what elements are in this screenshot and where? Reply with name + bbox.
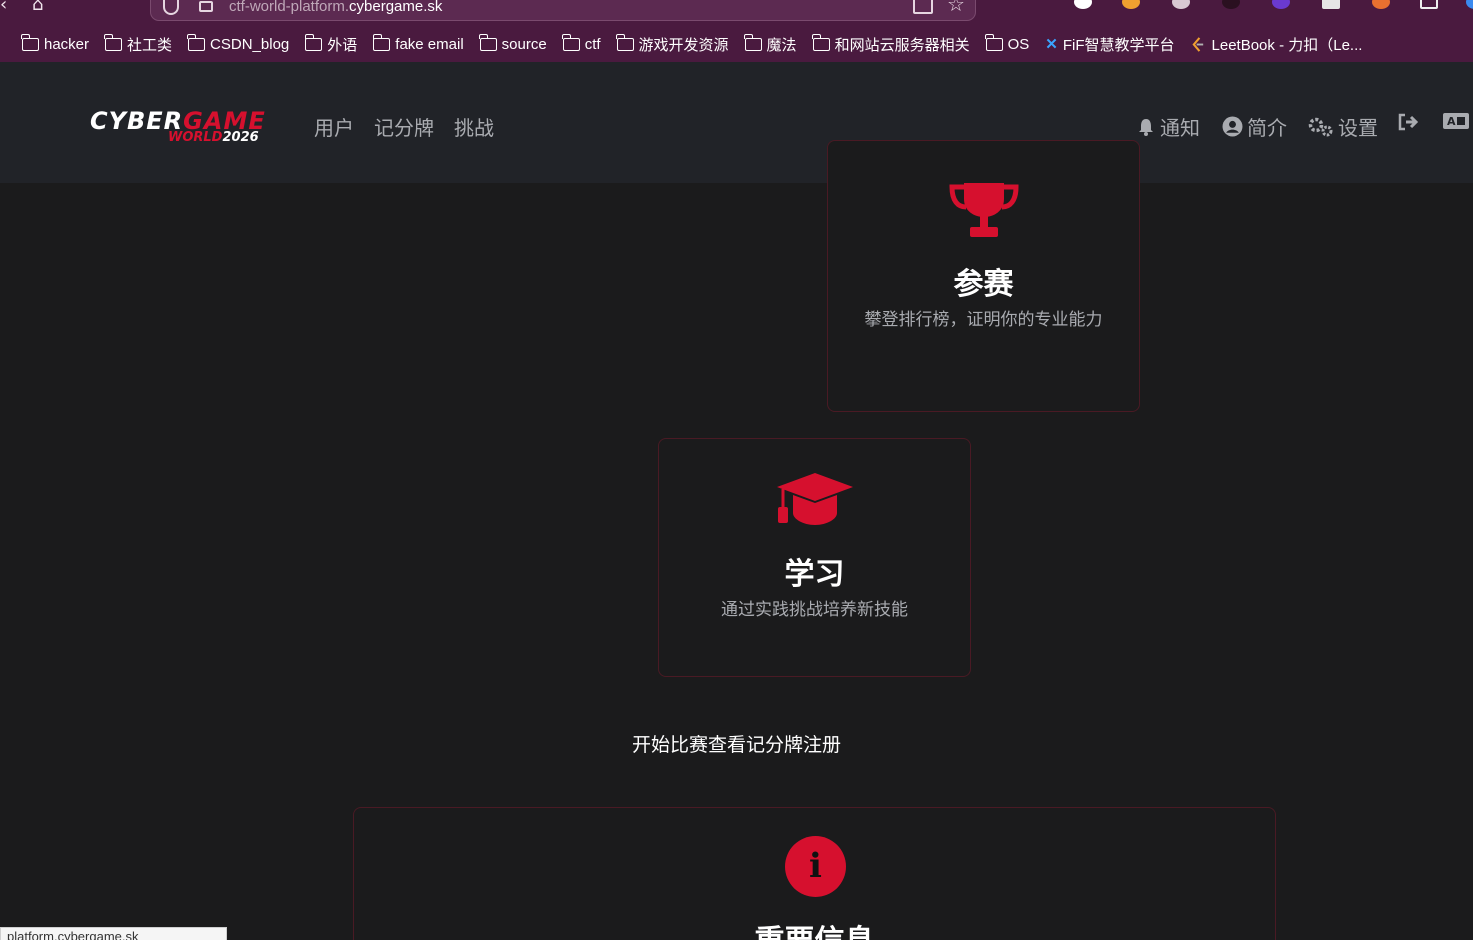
extension-icon[interactable] <box>1322 0 1340 9</box>
back-icon[interactable]: ‹ <box>0 0 7 15</box>
card-title: 参赛 <box>953 267 1014 302</box>
important-info-card: i 重要信息 <box>353 807 1276 940</box>
bookmark-folder[interactable]: 外语 <box>304 33 357 55</box>
leetcode-icon <box>1191 36 1203 52</box>
profile-label: 简介 <box>1247 116 1287 140</box>
user-circle-icon <box>1222 116 1243 137</box>
home-icon[interactable]: ⌂ <box>32 0 43 15</box>
card-description: 攀登排行榜，证明你的专业能力 <box>864 310 1103 330</box>
card-title: 学习 <box>784 557 845 592</box>
extension-icon[interactable] <box>1122 0 1140 9</box>
bookmark-folder[interactable]: 和网站云服务器相关 <box>811 33 970 55</box>
language-button[interactable]: A <box>1442 112 1473 130</box>
browser-chrome: ‹ ⌂ ctf-world-platform.cybergame.sk ☆ ha… <box>0 0 1473 62</box>
extension-icon[interactable] <box>1272 0 1290 9</box>
tracking-shield-icon[interactable] <box>163 0 179 15</box>
bookmark-folder[interactable]: 魔法 <box>743 33 797 55</box>
notifications-label: 通知 <box>1160 116 1200 140</box>
bookmark-folder[interactable]: source <box>479 33 547 53</box>
bookmark-folder[interactable]: 游戏开发资源 <box>615 33 729 55</box>
extension-icon[interactable] <box>1372 0 1390 9</box>
info-title: 重要信息 <box>354 916 1275 940</box>
nav-link-scoreboard[interactable]: 记分牌 <box>374 112 434 141</box>
gears-icon <box>1308 117 1333 136</box>
reader-view-icon[interactable] <box>913 0 933 14</box>
site-logo[interactable]: CYBERGAME WORLD2026 <box>90 107 285 145</box>
folder-icon <box>984 33 1003 51</box>
folder-icon <box>562 33 580 51</box>
extension-icon[interactable] <box>1420 0 1438 9</box>
logout-icon <box>1398 113 1419 131</box>
info-icon: i <box>785 836 846 897</box>
site-navbar: CYBERGAME WORLD2026 用户 记分牌 挑战 通知 简介 设置 A <box>0 62 1473 183</box>
bookmarks-bar: hacker 社工类 CSDN_blog 外语 fake email sourc… <box>0 30 1473 58</box>
cta-links: 开始比赛查看记分牌注册 <box>0 730 1473 757</box>
register-link[interactable]: 注册 <box>803 734 841 756</box>
bookmark-folder[interactable]: hacker <box>21 33 89 53</box>
folder-icon <box>304 33 323 51</box>
folder-icon <box>372 33 391 51</box>
nav-profile[interactable]: 简介 <box>1222 112 1287 141</box>
language-icon: A <box>1443 113 1469 129</box>
bookmark-folder[interactable]: 社工类 <box>104 33 172 55</box>
bookmark-folder[interactable]: ctf <box>562 33 601 53</box>
card-title: 测试你的技能 <box>556 267 736 302</box>
folder-icon <box>104 33 123 51</box>
bookmark-link[interactable]: ✕ FiF智慧教学平台 <box>1045 34 1174 55</box>
folder-icon <box>615 33 634 51</box>
svg-text:A: A <box>1447 115 1456 128</box>
bell-icon <box>1139 118 1153 136</box>
nav-link-users[interactable]: 用户 <box>314 112 354 141</box>
folder-icon <box>187 33 206 51</box>
folder-icon <box>743 33 762 51</box>
extension-icon[interactable] <box>1222 0 1240 9</box>
bookmark-link[interactable]: LeetBook - 力扣（Le... <box>1191 34 1362 55</box>
nav-notifications[interactable]: 通知 <box>1136 112 1200 141</box>
graduation-cap-icon <box>777 473 853 525</box>
card-description: 解决来自网络安全各个领域的挑战 <box>527 310 765 357</box>
nav-settings[interactable]: 设置 <box>1308 112 1378 141</box>
bookmark-folder[interactable]: fake email <box>372 33 464 53</box>
view-scoreboard-link[interactable]: 查看记分牌 <box>708 734 803 756</box>
shield-icon <box>619 183 673 238</box>
settings-label: 设置 <box>1338 116 1378 140</box>
account-icon[interactable] <box>1074 0 1092 9</box>
lock-icon[interactable] <box>199 1 213 12</box>
feature-card-compete: 参赛 攀登排行榜，证明你的专业能力 <box>827 140 1140 412</box>
feature-card-learn: 学习 通过实践挑战培养新技能 <box>658 438 971 677</box>
folder-icon <box>21 33 39 51</box>
card-description: 通过实践挑战培养新技能 <box>721 600 908 620</box>
url-bar[interactable]: ctf-world-platform.cybergame.sk ☆ <box>150 0 976 21</box>
bookmark-star-icon[interactable]: ☆ <box>947 0 965 16</box>
start-competition-link[interactable]: 开始比赛 <box>632 734 708 756</box>
folder-icon <box>479 33 497 51</box>
bookmark-folder[interactable]: OS <box>984 33 1029 53</box>
trophy-icon <box>949 183 1019 237</box>
address-row: ‹ ⌂ ctf-world-platform.cybergame.sk ☆ <box>0 0 1473 22</box>
status-url-tooltip: platform.cybergame.sk <box>0 927 227 940</box>
cookie-icon[interactable] <box>1172 0 1190 9</box>
url-text[interactable]: ctf-world-platform.cybergame.sk <box>229 0 442 15</box>
logout-button[interactable] <box>1397 112 1423 132</box>
nav-link-challenges[interactable]: 挑战 <box>454 112 494 141</box>
bookmark-folder[interactable]: CSDN_blog <box>187 33 289 53</box>
extension-icon[interactable] <box>1466 0 1473 9</box>
fif-icon: ✕ <box>1045 36 1058 53</box>
folder-icon <box>811 33 830 51</box>
